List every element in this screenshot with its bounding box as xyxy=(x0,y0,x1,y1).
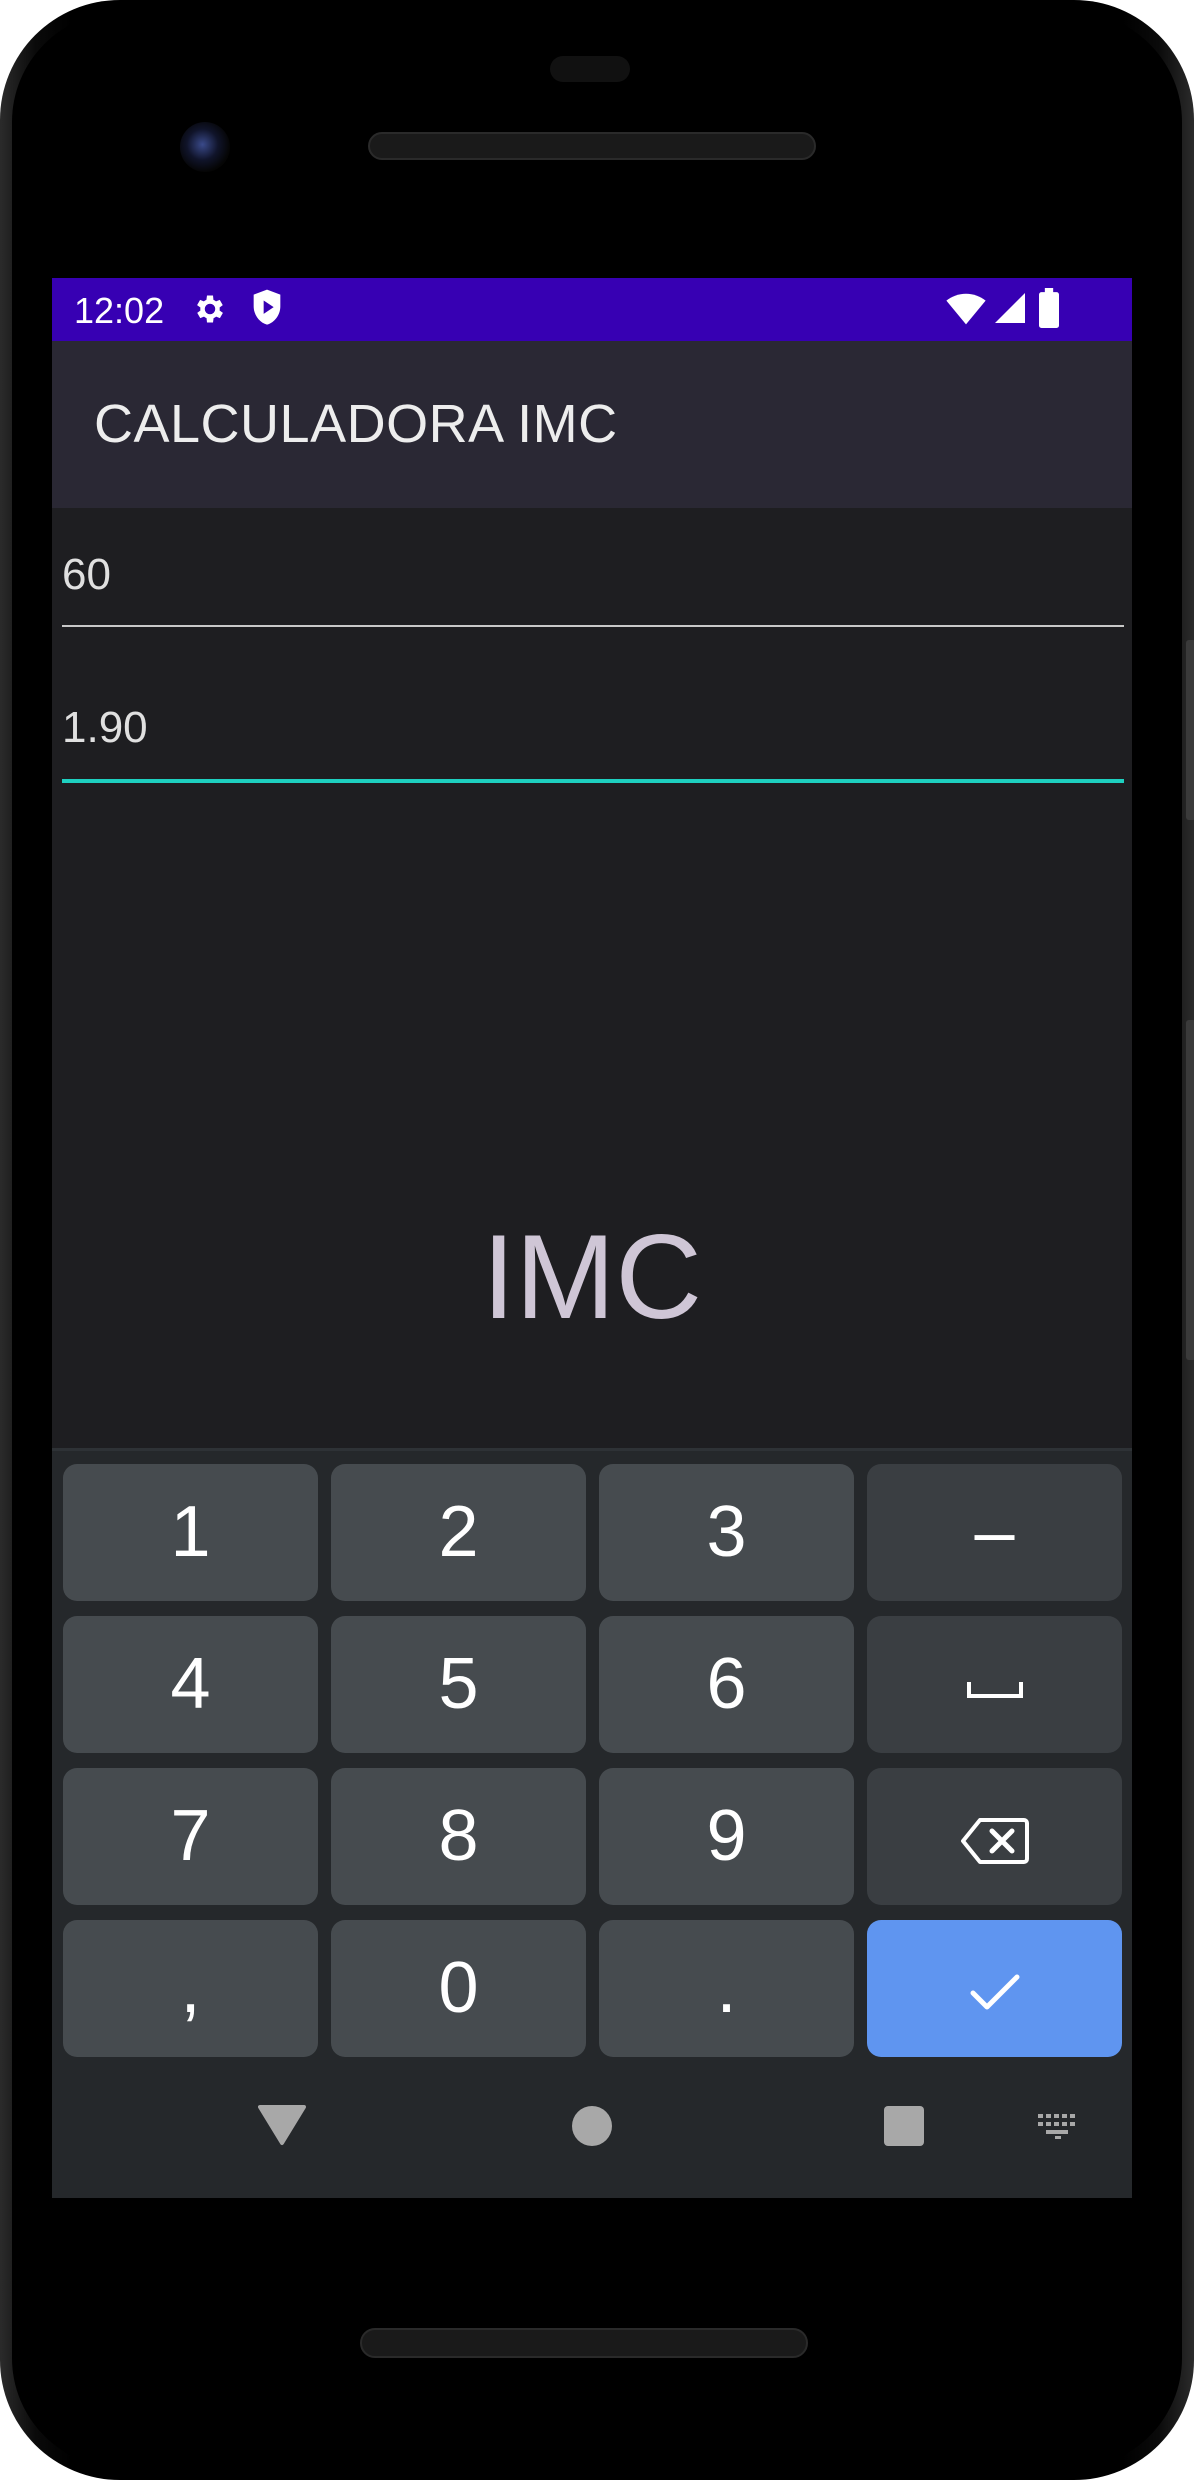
top-speaker xyxy=(368,132,816,160)
key-0[interactable]: 0 xyxy=(331,1920,586,2057)
key-7[interactable]: 7 xyxy=(63,1768,318,1905)
battery-icon xyxy=(1039,288,1059,328)
key-period[interactable]: . xyxy=(599,1920,854,2057)
checkmark-icon xyxy=(970,1974,1019,2010)
gear-icon xyxy=(197,295,223,323)
key-3[interactable]: 3 xyxy=(599,1464,854,1601)
key-minus[interactable]: – xyxy=(867,1464,1122,1601)
numeric-keyboard: 1 2 3 – 4 5 6 7 8 9 , 0 . xyxy=(52,1448,1132,2198)
key-8[interactable]: 8 xyxy=(331,1768,586,1905)
backspace-icon xyxy=(960,1817,1029,1864)
navigation-bar xyxy=(52,2068,1132,2198)
key-6[interactable]: 6 xyxy=(599,1616,854,1753)
height-underline-focused xyxy=(62,779,1124,783)
phone-frame: 12:02 CALCULADORA IMC 60 1.90 IMC 1 2 3 … xyxy=(0,0,1194,2480)
height-value: 1.90 xyxy=(62,703,148,752)
screen: 12:02 CALCULADORA IMC 60 1.90 IMC 1 2 3 … xyxy=(52,278,1132,2198)
key-9[interactable]: 9 xyxy=(599,1768,854,1905)
wifi-icon xyxy=(946,293,986,325)
imc-result-label: IMC xyxy=(482,1210,702,1344)
cell-signal-icon xyxy=(995,293,1025,323)
key-4[interactable]: 4 xyxy=(63,1616,318,1753)
app-bar: CALCULADORA IMC xyxy=(52,341,1132,508)
front-camera xyxy=(180,122,230,172)
proximity-sensor xyxy=(550,56,630,82)
shield-play-icon xyxy=(253,289,281,325)
status-bar: 12:02 xyxy=(52,278,1132,341)
recents-square-icon[interactable] xyxy=(882,2104,926,2148)
keyboard-switch-icon[interactable] xyxy=(1036,2112,1082,2140)
height-field[interactable]: 1.90 xyxy=(62,693,1124,788)
key-enter[interactable] xyxy=(867,1920,1122,2057)
weight-value: 60 xyxy=(62,550,111,599)
app-title: CALCULADORA IMC xyxy=(94,394,618,454)
volume-button xyxy=(1186,1020,1194,1360)
key-2[interactable]: 2 xyxy=(331,1464,586,1601)
key-backspace[interactable] xyxy=(867,1768,1122,1905)
key-1[interactable]: 1 xyxy=(63,1464,318,1601)
keyboard-divider xyxy=(52,1448,1132,1451)
key-space[interactable] xyxy=(867,1616,1122,1753)
key-5[interactable]: 5 xyxy=(331,1616,586,1753)
bottom-speaker xyxy=(360,2328,808,2358)
power-button xyxy=(1186,640,1194,820)
weight-field[interactable]: 60 xyxy=(62,540,1124,630)
key-comma[interactable]: , xyxy=(63,1920,318,2057)
status-time: 12:02 xyxy=(74,290,165,331)
home-circle-icon[interactable] xyxy=(570,2104,614,2148)
back-triangle-icon[interactable] xyxy=(258,2103,306,2147)
weight-underline xyxy=(62,625,1124,627)
space-icon xyxy=(966,1681,1023,1698)
